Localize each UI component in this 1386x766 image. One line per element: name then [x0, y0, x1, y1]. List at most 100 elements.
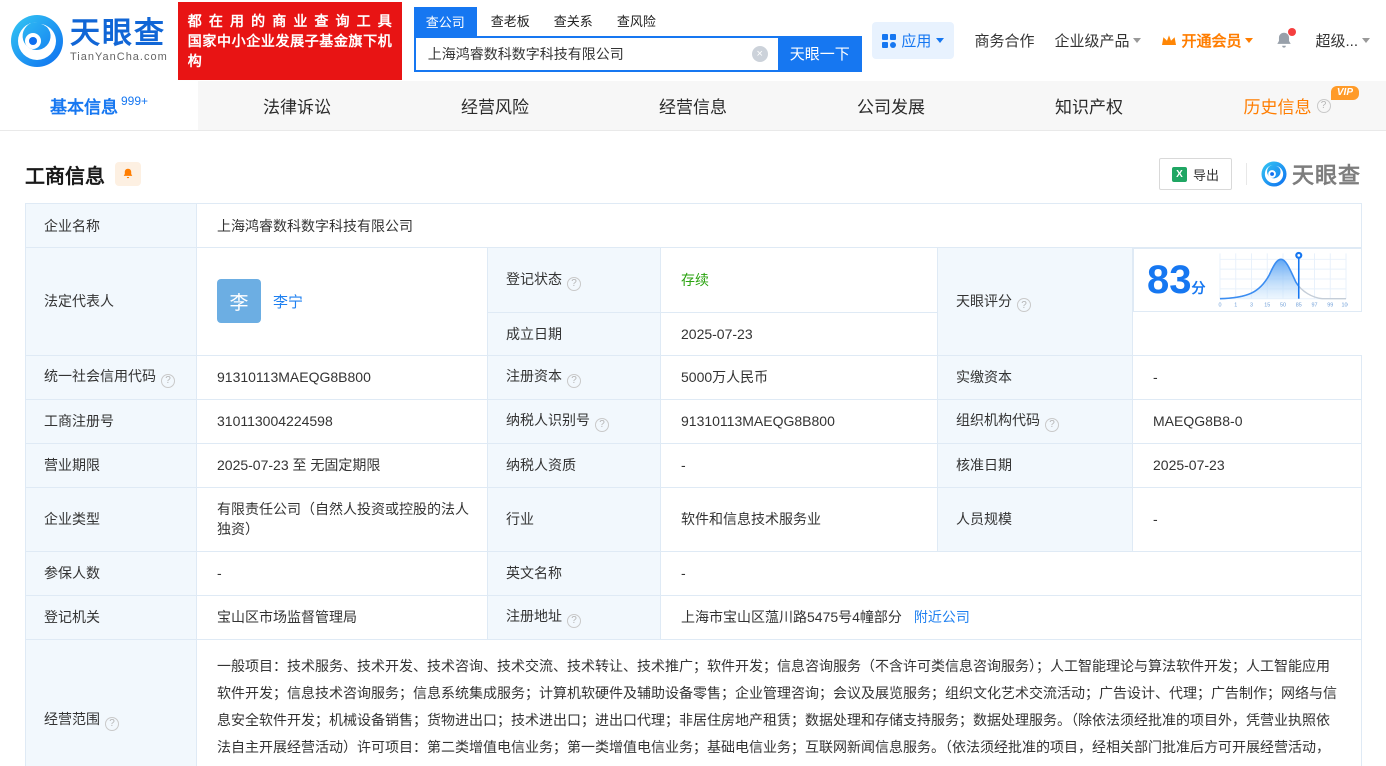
label-establish-date: 成立日期: [487, 311, 661, 356]
value-reg-status: 存续: [660, 247, 938, 313]
tab-label: 经营风险: [461, 98, 529, 117]
logo-title: 天眼查: [70, 16, 166, 50]
tab-legal-litigation[interactable]: 法律诉讼: [198, 81, 396, 130]
svg-text:50: 50: [1280, 303, 1286, 309]
value-reg-address: 上海市宝山区蕰川路5475号4幢部分 附近公司: [659, 594, 1363, 640]
section-tab-bar: 基本信息 999+ 法律诉讼 经营风险 经营信息 公司发展 知识产权 VIP 历…: [0, 81, 1386, 131]
value-company-type: 有限责任公司（自然人投资或控股的法人独资）: [196, 486, 488, 552]
tab-operation-risk[interactable]: 经营风险: [396, 81, 594, 130]
nav-vip-label: 开通会员: [1181, 33, 1242, 50]
search-button[interactable]: 天眼一下: [777, 35, 862, 72]
nav-open-vip[interactable]: 开通会员: [1161, 30, 1254, 51]
label-legal-rep: 法定代表人: [25, 247, 197, 356]
help-icon[interactable]: ?: [1316, 98, 1331, 113]
score-unit: 分: [1191, 280, 1206, 296]
label-score: 天眼评分?: [937, 247, 1133, 356]
label-insured-count: 参保人数: [25, 550, 197, 596]
label-business-scope: 经营范围?: [25, 638, 197, 766]
nearby-companies-link[interactable]: 附近公司: [914, 609, 970, 625]
help-icon[interactable]: ?: [567, 613, 581, 628]
help-icon[interactable]: ?: [161, 373, 175, 388]
svg-text:15: 15: [1264, 303, 1270, 309]
legal-rep-link[interactable]: 李宁: [273, 291, 303, 312]
tab-intellectual-property[interactable]: 知识产权: [990, 81, 1188, 130]
search-tab-relation[interactable]: 查关系: [554, 11, 593, 36]
value-reg-authority: 宝山区市场监督管理局: [196, 594, 488, 640]
help-icon[interactable]: ?: [595, 417, 609, 432]
value-industry: 软件和信息技术服务业: [660, 486, 938, 552]
value-establish-date: 2025-07-23: [660, 311, 938, 356]
table-row: 营业期限 2025-07-23 至 无固定期限 纳税人资质 - 核准日期 202…: [25, 442, 1363, 488]
header-nav: 应用 商务合作 企业级产品 开通会员 超级...: [872, 22, 1370, 59]
label-business-term: 营业期限: [25, 442, 197, 488]
label-english-name: 英文名称: [487, 550, 661, 596]
score-axis-ticks: 0 1 3 15 50 85 97 99 100: [1218, 303, 1348, 309]
search-tabs: 查公司 查老板 查关系 查风险: [413, 6, 872, 36]
value-company-name: 上海鸿睿数科数字科技有限公司: [195, 203, 1363, 248]
label-reg-number: 工商注册号: [25, 398, 197, 444]
help-icon[interactable]: ?: [567, 276, 581, 291]
search-tab-risk[interactable]: 查风险: [617, 11, 656, 36]
crown-icon: [1162, 35, 1177, 45]
svg-text:97: 97: [1311, 303, 1317, 309]
tab-company-development[interactable]: 公司发展: [792, 81, 990, 130]
value-insured-count: -: [196, 550, 488, 596]
help-icon[interactable]: ?: [1017, 298, 1031, 312]
svg-text:85: 85: [1295, 303, 1301, 309]
tab-label: 知识产权: [1055, 98, 1123, 117]
table-row: 企业类型 有限责任公司（自然人投资或控股的法人独资） 行业 软件和信息技术服务业…: [25, 486, 1363, 552]
label-credit-code: 统一社会信用代码?: [25, 354, 197, 400]
tab-operation-info[interactable]: 经营信息: [594, 81, 792, 130]
nav-user-menu[interactable]: 超级...: [1315, 30, 1370, 51]
chevron-down-icon: [936, 38, 945, 43]
help-icon[interactable]: ?: [567, 373, 581, 388]
label-company-type: 企业类型: [25, 486, 197, 552]
svg-text:1: 1: [1234, 303, 1237, 309]
clear-icon[interactable]: ×: [751, 45, 768, 62]
value-legal-rep: 李 李宁: [196, 247, 488, 356]
score-distribution-chart: 0 1 3 15 50 85 97 99 100: [1218, 251, 1348, 309]
chevron-down-icon: [1245, 38, 1254, 43]
tab-basic-info[interactable]: 基本信息 999+: [0, 81, 198, 130]
value-reg-number: 310113004224598: [196, 398, 488, 444]
subscribe-bell-icon[interactable]: [115, 162, 141, 186]
search-input[interactable]: [413, 35, 778, 72]
section-head: 工商信息 X 导出 天眼查: [25, 157, 1361, 191]
apps-button[interactable]: 应用: [872, 22, 955, 59]
nav-user-label: 超级...: [1315, 33, 1358, 50]
nav-business-cooperation[interactable]: 商务合作: [974, 30, 1034, 51]
label-taxpayer-quality: 纳税人资质: [487, 442, 661, 488]
count-badge: 999+: [120, 93, 149, 108]
label-taxpayer-id: 纳税人识别号?: [487, 398, 661, 444]
label-approval-date: 核准日期: [937, 442, 1133, 488]
tab-history-info[interactable]: VIP 历史信息 ?: [1188, 81, 1386, 130]
export-button[interactable]: X 导出: [1158, 158, 1232, 190]
tab-label: 公司发展: [857, 98, 925, 117]
search-area: 查公司 查老板 查关系 查风险 × 天眼一下: [413, 6, 872, 72]
page-title: 工商信息: [25, 165, 105, 188]
chevron-down-icon: [1133, 38, 1142, 43]
nav-enterprise-products[interactable]: 企业级产品: [1054, 30, 1142, 51]
search-tab-boss[interactable]: 查老板: [491, 11, 530, 36]
slogan-badge: 都在用的商业查询工具 国家中小企业发展子基金旗下机构: [177, 1, 402, 80]
value-business-scope: 一般项目：技术服务、技术开发、技术咨询、技术交流、技术转让、技术推广；软件开发；…: [195, 638, 1363, 766]
excel-icon: X: [1171, 166, 1187, 182]
tianyancha-logo[interactable]: 天眼查 TianYanCha.com: [10, 14, 168, 68]
search-tab-company[interactable]: 查公司: [413, 6, 477, 36]
apps-grid-icon: [882, 33, 897, 48]
chevron-down-icon: [1362, 38, 1370, 43]
avatar[interactable]: 李: [217, 279, 261, 324]
help-icon[interactable]: ?: [1045, 417, 1059, 432]
value-staff-size: -: [1131, 486, 1363, 552]
watermark-text: 天眼查: [1291, 163, 1361, 188]
nav-enterprise-label: 企业级产品: [1054, 33, 1130, 50]
apps-label: 应用: [901, 33, 932, 50]
notification-bell-icon[interactable]: [1273, 27, 1297, 52]
svg-text:3: 3: [1249, 303, 1252, 309]
help-icon[interactable]: ?: [105, 716, 119, 731]
svg-text:0: 0: [1218, 303, 1221, 309]
value-score: 83分 0 1 3 15 50 85 97 99 10: [1133, 248, 1362, 312]
tab-label: 历史信息: [1243, 98, 1312, 117]
value-reg-capital: 5000万人民币: [660, 354, 938, 400]
value-approval-date: 2025-07-23: [1131, 442, 1363, 488]
